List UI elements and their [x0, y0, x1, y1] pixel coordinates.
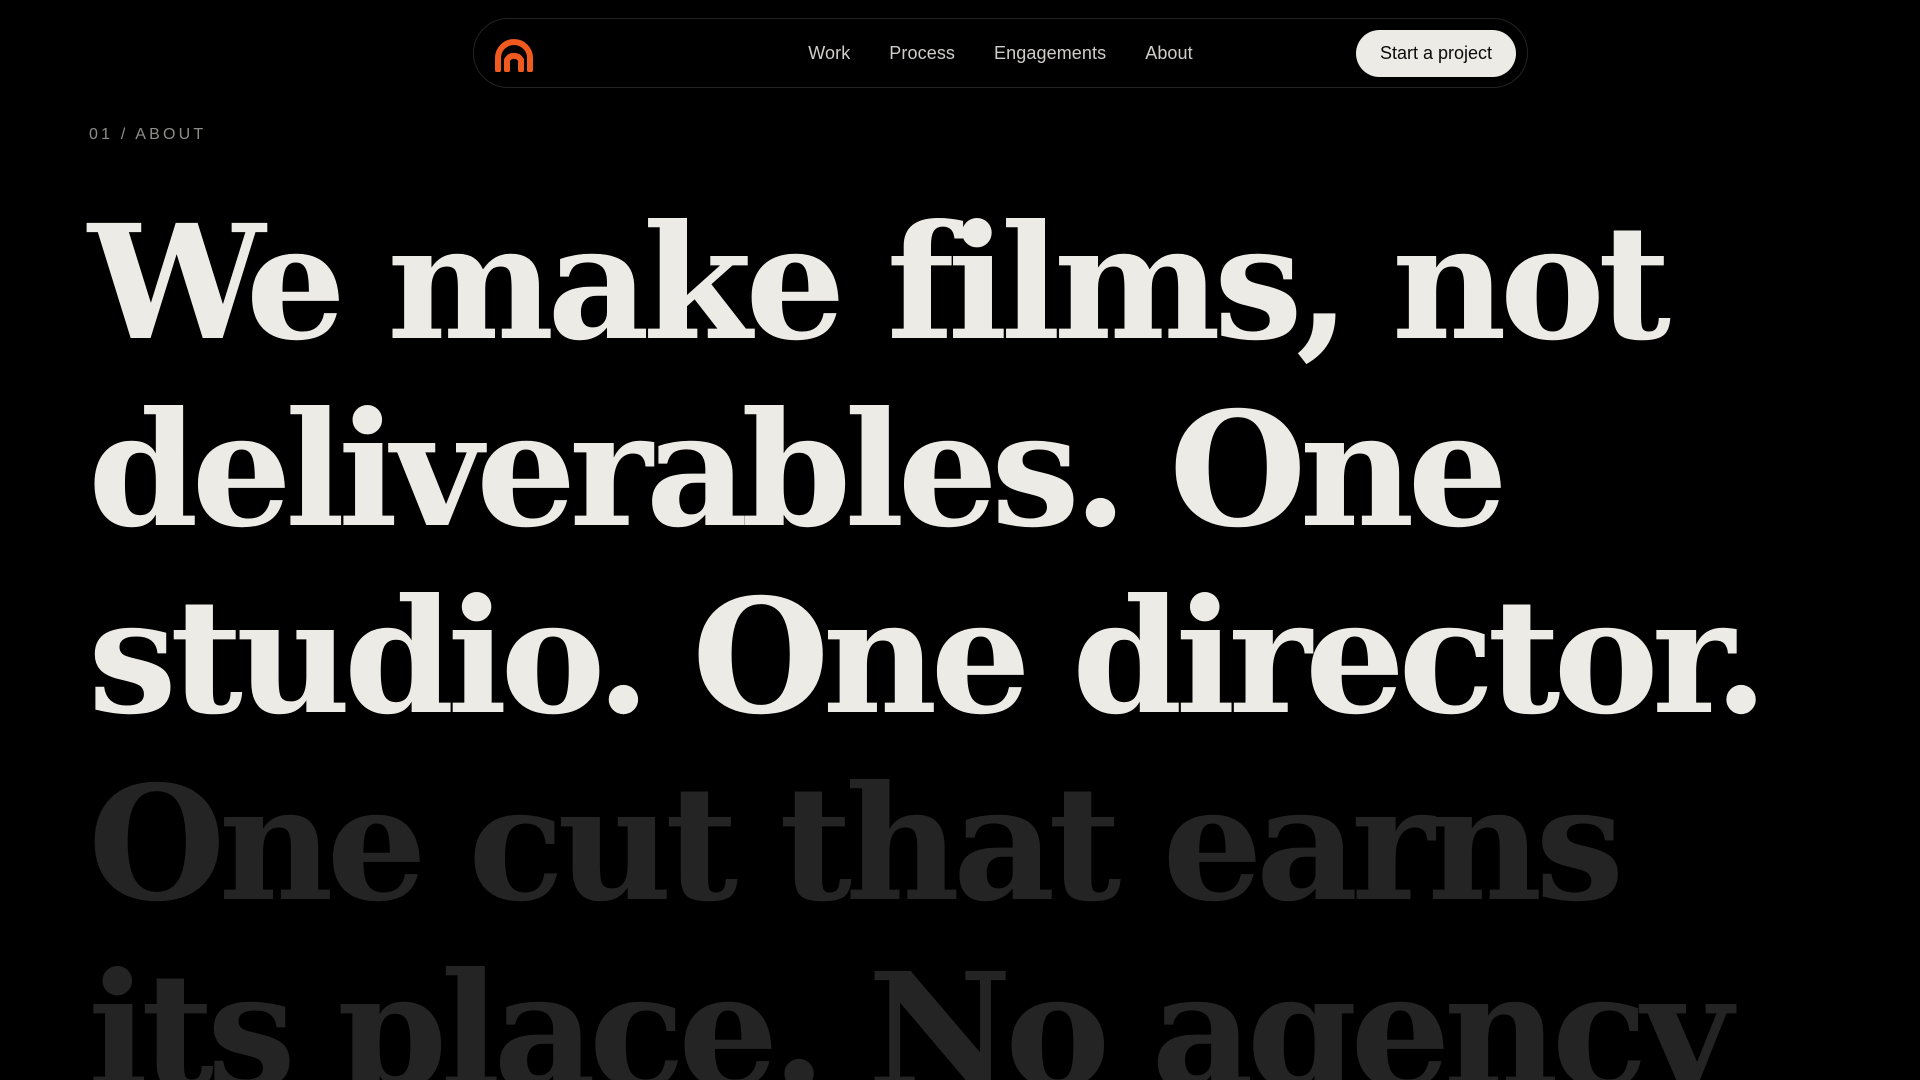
nav-link-process[interactable]: Process	[889, 43, 955, 64]
headline-line: studio. One director.	[88, 565, 1769, 750]
logo-mark-icon	[495, 39, 533, 73]
start-project-button[interactable]: Start a project	[1356, 30, 1516, 77]
nav-link-engagements[interactable]: Engagements	[994, 43, 1106, 64]
section-eyebrow: 01 / ABOUT	[89, 126, 207, 143]
nav-link-about[interactable]: About	[1145, 43, 1193, 64]
nav-link-work[interactable]: Work	[808, 43, 850, 64]
about-headline: We make films, not deliverables. One stu…	[88, 190, 1888, 1080]
headline-line: deliverables. One	[88, 378, 1508, 563]
top-navbar: Work Process Engagements About Start a p…	[473, 18, 1528, 88]
headline-line: We make films, not	[88, 191, 1671, 376]
logo-icon[interactable]	[492, 36, 538, 73]
headline-line-dim: its place. No agency	[88, 939, 1733, 1080]
headline-line-dim: One cut that earns	[88, 752, 1624, 937]
